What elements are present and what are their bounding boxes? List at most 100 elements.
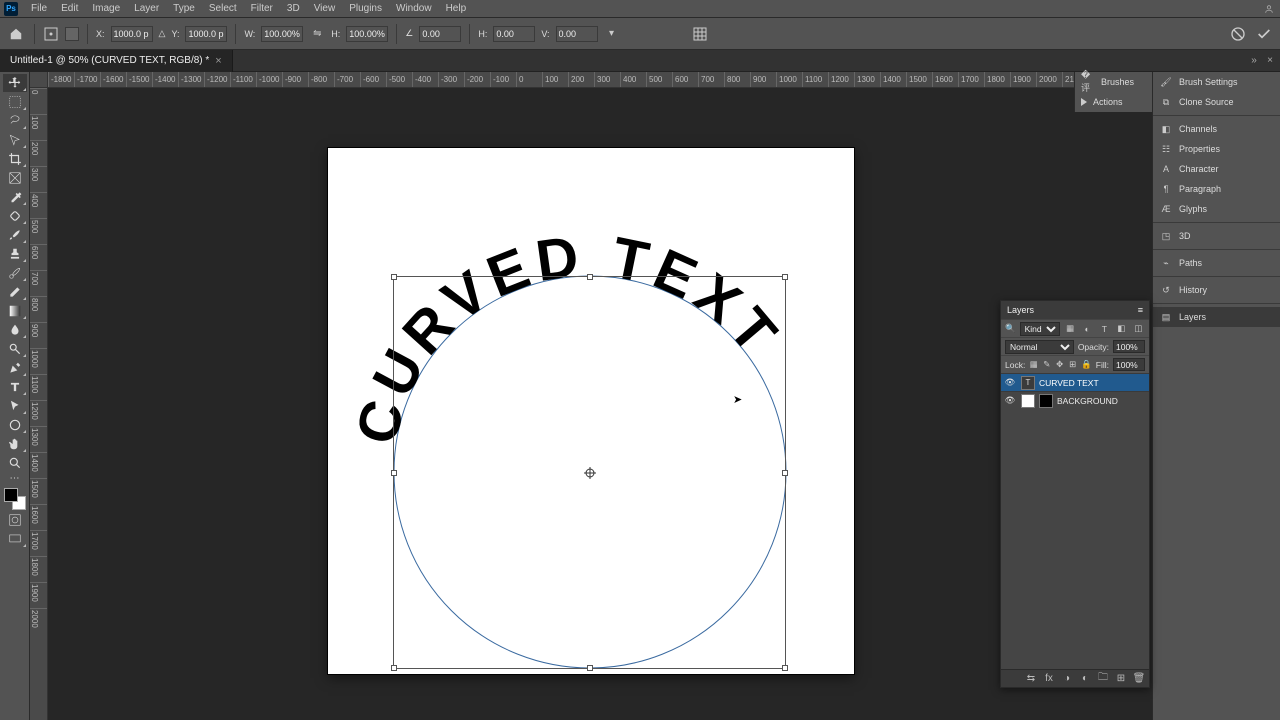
type-tool[interactable] — [3, 378, 27, 396]
panel-character[interactable]: ACharacter — [1153, 159, 1280, 179]
menu-layer[interactable]: Layer — [127, 0, 166, 18]
interpolation-icon[interactable]: ▾ — [604, 26, 620, 42]
delete-layer-icon[interactable]: 🗑 — [1133, 673, 1145, 685]
layer -item[interactable]: 👁 T CURVED TEXT — [1001, 373, 1149, 391]
tabbar-collapse-icon[interactable]: » — [1248, 55, 1260, 67]
menu-window[interactable]: Window — [389, 0, 439, 18]
account-icon[interactable] — [1264, 1, 1280, 17]
panel-menu-icon[interactable]: ≡ — [1138, 305, 1143, 315]
search-icon[interactable]: 🔍 — [1005, 323, 1016, 334]
ruler-vertical[interactable]: 0100200300400500600700800900100011001200… — [30, 88, 48, 720]
panel-brushes[interactable]: �评Brushes — [1075, 72, 1152, 92]
filter-type-icon[interactable]: T — [1098, 322, 1111, 336]
lock-artboard-icon[interactable]: ⊞ — [1068, 358, 1077, 372]
tabbar-close-icon[interactable]: × — [1264, 55, 1276, 67]
crop-tool[interactable] — [3, 150, 27, 168]
transform-center-icon[interactable] — [584, 467, 596, 479]
screenmode-tool[interactable] — [3, 530, 27, 548]
handle-right[interactable] — [782, 470, 788, 476]
handle-bottom-left[interactable] — [391, 665, 397, 671]
lasso-tool[interactable] — [3, 112, 27, 130]
opt-x-input[interactable] — [111, 26, 153, 42]
panel-clone-source[interactable]: ⧉Clone Source — [1153, 92, 1280, 112]
pen-tool[interactable] — [3, 359, 27, 377]
lock-position-icon[interactable]: ✥ — [1055, 358, 1064, 372]
layer-name[interactable]: BACKGROUND — [1057, 396, 1118, 406]
panel-layers[interactable]: ▤Layers — [1153, 307, 1280, 327]
close-tab-icon[interactable]: × — [215, 55, 221, 67]
visibility-toggle-icon[interactable]: 👁 — [1003, 376, 1017, 390]
adjustment-icon[interactable]: ◐ — [1079, 673, 1091, 685]
blend-mode-select[interactable]: Normal — [1005, 340, 1074, 354]
panel-properties[interactable]: ☷Properties — [1153, 139, 1280, 159]
menu-plugins[interactable]: Plugins — [342, 0, 389, 18]
handle-top-left[interactable] — [391, 274, 397, 280]
menu-type[interactable]: Type — [166, 0, 202, 18]
panel-glyphs[interactable]: ÆGlyphs — [1153, 199, 1280, 219]
menu-filter[interactable]: Filter — [244, 0, 280, 18]
commit-transform-icon[interactable] — [1256, 26, 1272, 42]
gradient-tool[interactable] — [3, 302, 27, 320]
panel-actions[interactable]: Actions — [1075, 92, 1152, 112]
transform-bounding-box[interactable] — [393, 276, 786, 669]
cancel-transform-icon[interactable] — [1230, 26, 1246, 42]
reference-point-icon[interactable] — [43, 26, 59, 42]
document-tab[interactable]: Untitled-1 @ 50% (CURVED TEXT, RGB/8) * … — [0, 50, 233, 72]
healing-tool[interactable] — [3, 207, 27, 225]
lock-pixels-icon[interactable]: ✎ — [1042, 358, 1051, 372]
handle-bottom-right[interactable] — [782, 665, 788, 671]
menu-file[interactable]: File — [24, 0, 54, 18]
link-wh-icon[interactable]: ⇋ — [309, 26, 325, 42]
handle-top[interactable] — [587, 274, 593, 280]
link-layers-icon[interactable]: ⇆ — [1025, 673, 1037, 685]
history-brush-tool[interactable] — [3, 264, 27, 282]
brush-tool[interactable] — [3, 226, 27, 244]
fill-input[interactable] — [1113, 358, 1145, 371]
selection-tool[interactable] — [3, 131, 27, 149]
fx-icon[interactable]: fx — [1043, 673, 1055, 685]
reference-toggle[interactable] — [65, 27, 79, 41]
color-swatches[interactable] — [4, 488, 26, 510]
edit-toolbar-icon[interactable]: ⋯ — [3, 473, 27, 483]
layer-item[interactable]: 👁 BACKGROUND — [1001, 391, 1149, 409]
triangle-icon[interactable]: △ — [159, 28, 166, 39]
opt-skewv-input[interactable] — [556, 26, 598, 42]
mask-icon[interactable]: ◑ — [1061, 673, 1073, 685]
handle-left[interactable] — [391, 470, 397, 476]
opt-y-input[interactable] — [185, 26, 227, 42]
handle-bottom[interactable] — [587, 665, 593, 671]
visibility-toggle-icon[interactable]: 👁 — [1003, 394, 1017, 408]
dodge-tool[interactable] — [3, 340, 27, 358]
menu-3d[interactable]: 3D — [280, 0, 307, 18]
menu-edit[interactable]: Edit — [54, 0, 85, 18]
menu-help[interactable]: Help — [439, 0, 474, 18]
filter-adjust-icon[interactable]: ◐ — [1081, 322, 1094, 336]
new-layer-icon[interactable]: ⊞ — [1115, 673, 1127, 685]
artboard[interactable]: CURVED TEXT ➤ — [328, 148, 854, 674]
quickmask-tool[interactable] — [3, 511, 27, 529]
menu-view[interactable]: View — [307, 0, 343, 18]
panel-paragraph[interactable]: ¶Paragraph — [1153, 179, 1280, 199]
eyedropper-tool[interactable] — [3, 188, 27, 206]
panel-paths[interactable]: ⌁Paths — [1153, 253, 1280, 273]
lock-all-icon[interactable]: 🔒 — [1081, 358, 1092, 372]
filter-shape-icon[interactable]: ◧ — [1115, 322, 1128, 336]
home-icon[interactable] — [6, 24, 26, 44]
stamp-tool[interactable] — [3, 245, 27, 263]
menu-image[interactable]: Image — [85, 0, 127, 18]
filter-kind-select[interactable]: Kind — [1020, 322, 1060, 336]
panel-brush-settings[interactable]: 🖌Brush Settings — [1153, 72, 1280, 92]
group-icon[interactable]: 🗀 — [1097, 673, 1109, 685]
move-tool[interactable] — [3, 74, 27, 92]
hand-tool[interactable] — [3, 435, 27, 453]
panel-channels[interactable]: ◧Channels — [1153, 119, 1280, 139]
zoom-tool[interactable] — [3, 454, 27, 472]
opt-w-input[interactable] — [261, 26, 303, 42]
eraser-tool[interactable] — [3, 283, 27, 301]
handle-top-right[interactable] — [782, 274, 788, 280]
filter-smart-icon[interactable]: ◫ — [1132, 322, 1145, 336]
opt-skewh-input[interactable] — [493, 26, 535, 42]
menu-select[interactable]: Select — [202, 0, 244, 18]
opt-angle-input[interactable] — [419, 26, 461, 42]
path-selection-tool[interactable] — [3, 397, 27, 415]
